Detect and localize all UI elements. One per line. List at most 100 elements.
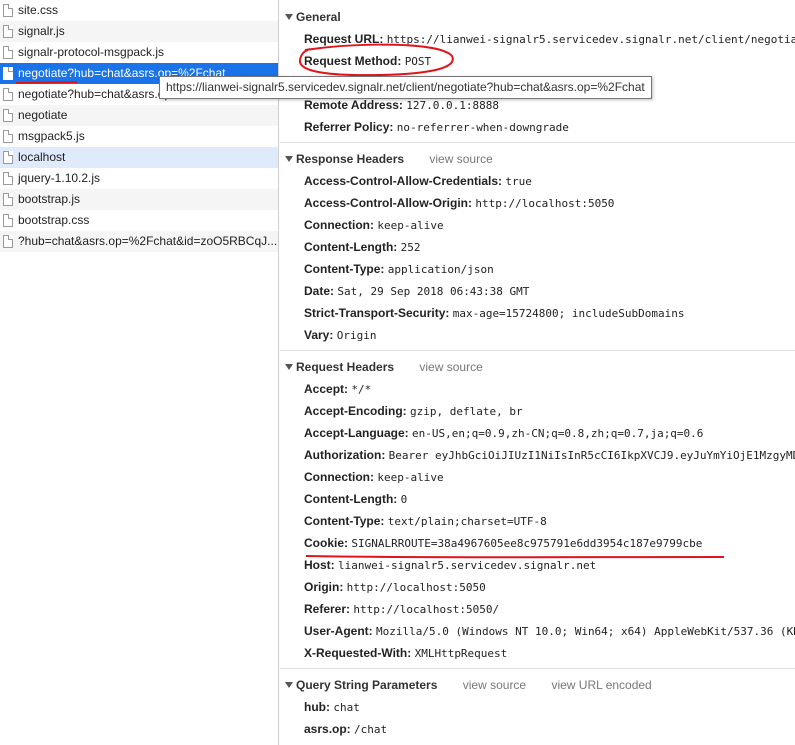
file-icon	[3, 46, 13, 59]
general-field-key: Request URL:	[304, 32, 384, 46]
response-header-value: true	[505, 175, 532, 188]
response-header-value: application/json	[387, 263, 494, 276]
query-param-value: /chat	[354, 723, 388, 736]
request-header-value: en-US,en;q=0.9,zh-CN;q=0.8,zh;q=0.7,ja;q…	[412, 427, 704, 440]
response-header-row: Date: Sat, 29 Sep 2018 06:43:38 GMT	[280, 280, 795, 302]
request-name: jquery-1.10.2.js	[18, 171, 101, 185]
request-header-row: Accept: */*	[280, 378, 795, 400]
general-field-key: Request Method:	[304, 54, 402, 68]
query-view-source-link[interactable]: view source	[463, 678, 526, 692]
request-header-key: Connection:	[304, 470, 374, 484]
file-icon	[3, 4, 13, 17]
request-header-row: Origin: http://localhost:5050	[280, 576, 795, 598]
request-header-row: Referer: http://localhost:5050/	[280, 598, 795, 620]
general-field-value: no-referrer-when-downgrade	[396, 121, 569, 134]
general-field-row: Referrer Policy: no-referrer-when-downgr…	[280, 116, 795, 138]
request-list-item[interactable]: bootstrap.css	[0, 210, 278, 231]
query-string-title: Query String Parameters	[296, 678, 438, 692]
request-name: negotiate	[18, 108, 68, 122]
request-headers-title: Request Headers	[296, 360, 395, 374]
response-header-key: Connection:	[304, 218, 374, 232]
request-header-value: keep-alive	[377, 471, 444, 484]
query-view-url-encoded-link[interactable]: view URL encoded	[551, 678, 651, 692]
triangle-down-icon[interactable]	[285, 682, 293, 688]
triangle-down-icon[interactable]	[285, 364, 293, 370]
request-name: signalr-protocol-msgpack.js	[18, 45, 165, 59]
response-view-source-link[interactable]: view source	[429, 152, 492, 166]
request-header-value: XMLHttpRequest	[414, 647, 508, 660]
response-headers-header[interactable]: Response Headers view source	[280, 148, 795, 170]
request-header-key: Referer:	[304, 602, 351, 616]
response-header-row: Access-Control-Allow-Credentials: true	[280, 170, 795, 192]
general-field-value: POST	[404, 55, 432, 68]
response-header-row: Strict-Transport-Security: max-age=15724…	[280, 302, 795, 324]
query-param-row: asrs.op: /chat	[280, 718, 795, 740]
request-name: site.css	[18, 3, 59, 17]
request-header-key: Accept-Encoding:	[304, 404, 407, 418]
request-list-item[interactable]: jquery-1.10.2.js	[0, 168, 278, 189]
general-field-row: Request URL: https://lianwei-signalr5.se…	[280, 28, 795, 50]
request-header-row: Accept-Encoding: gzip, deflate, br	[280, 400, 795, 422]
request-list-item[interactable]: ?hub=chat&asrs.op=%2Fchat&id=zoO5RBCqJ..…	[0, 231, 278, 252]
request-header-row: Accept-Language: en-US,en;q=0.9,zh-CN;q=…	[280, 422, 795, 444]
response-header-value: keep-alive	[377, 219, 444, 232]
request-list-item[interactable]: signalr.js	[0, 21, 278, 42]
response-headers-title: Response Headers	[296, 152, 405, 166]
query-string-header[interactable]: Query String Parameters view source view…	[280, 674, 795, 696]
request-header-value: SIGNALRROUTE=38a4967605ee8c975791e6dd395…	[351, 537, 703, 550]
request-header-row: X-Requested-With: XMLHttpRequest	[280, 642, 795, 664]
request-header-row: Host: lianwei-signalr5.servicedev.signal…	[280, 554, 795, 576]
response-headers-section: Response Headers view source Access-Cont…	[280, 148, 795, 351]
response-header-key: Access-Control-Allow-Origin:	[304, 196, 473, 210]
general-title: General	[296, 10, 341, 24]
general-field-row: Request Method: POST	[280, 50, 795, 72]
general-section-header[interactable]: General	[280, 6, 795, 28]
request-headers-header[interactable]: Request Headers view source	[280, 356, 795, 378]
response-header-value: 252	[400, 241, 421, 254]
request-header-key: Origin:	[304, 580, 344, 594]
request-name: msgpack5.js	[18, 129, 85, 143]
file-icon	[3, 151, 13, 164]
general-field-value: https://lianwei-signalr5.servicedev.sign…	[386, 33, 795, 46]
request-view-source-link[interactable]: view source	[419, 360, 482, 374]
response-header-key: Content-Length:	[304, 240, 398, 254]
request-header-key: Accept-Language:	[304, 426, 409, 440]
response-header-row: Content-Length: 252	[280, 236, 795, 258]
general-field-key: Remote Address:	[304, 98, 403, 112]
headers-pane: General Request URL: https://lianwei-sig…	[280, 0, 795, 745]
url-tooltip: https://lianwei-signalr5.servicedev.sign…	[159, 76, 652, 99]
response-header-value: max-age=15724800; includeSubDomains	[452, 307, 685, 320]
response-header-value: Origin	[336, 329, 377, 342]
request-header-value: Bearer eyJhbGciOiJIUzI1NiIsInR5cCI6IkpXV…	[388, 449, 795, 462]
file-icon	[3, 214, 13, 227]
request-header-key: Cookie:	[304, 536, 349, 550]
general-section: General Request URL: https://lianwei-sig…	[280, 6, 795, 143]
request-header-value: http://localhost:5050/	[353, 603, 500, 616]
query-param-key: hub:	[304, 700, 330, 714]
request-header-key: Authorization:	[304, 448, 386, 462]
query-string-section: Query String Parameters view source view…	[280, 674, 795, 744]
request-list-item[interactable]: msgpack5.js	[0, 126, 278, 147]
request-header-key: X-Requested-With:	[304, 646, 412, 660]
request-name: bootstrap.css	[18, 213, 90, 227]
response-header-key: Content-Type:	[304, 262, 385, 276]
request-name: signalr.js	[18, 24, 65, 38]
request-list: site.css signalr.js signalr-protocol-msgpa…	[0, 0, 279, 745]
triangle-down-icon[interactable]	[285, 156, 293, 162]
response-header-value: Sat, 29 Sep 2018 06:43:38 GMT	[337, 285, 530, 298]
response-header-row: Vary: Origin	[280, 324, 795, 346]
request-list-item[interactable]: bootstrap.js	[0, 189, 278, 210]
request-header-value: */*	[351, 383, 372, 396]
request-list-item[interactable]: negotiate	[0, 105, 278, 126]
request-list-item[interactable]: localhost	[0, 147, 278, 168]
triangle-down-icon[interactable]	[285, 14, 293, 20]
request-header-value: text/plain;charset=UTF-8	[387, 515, 547, 528]
request-header-key: Host:	[304, 558, 335, 572]
file-icon	[3, 67, 13, 80]
request-list-item[interactable]: signalr-protocol-msgpack.js	[0, 42, 278, 63]
general-field-value: 127.0.0.1:8888	[406, 99, 499, 112]
request-name: ?hub=chat&asrs.op=%2Fchat&id=zoO5RBCqJ..…	[18, 234, 278, 248]
request-list-item[interactable]: site.css	[0, 0, 278, 21]
file-icon	[3, 25, 13, 38]
response-header-key: Access-Control-Allow-Credentials:	[304, 174, 503, 188]
